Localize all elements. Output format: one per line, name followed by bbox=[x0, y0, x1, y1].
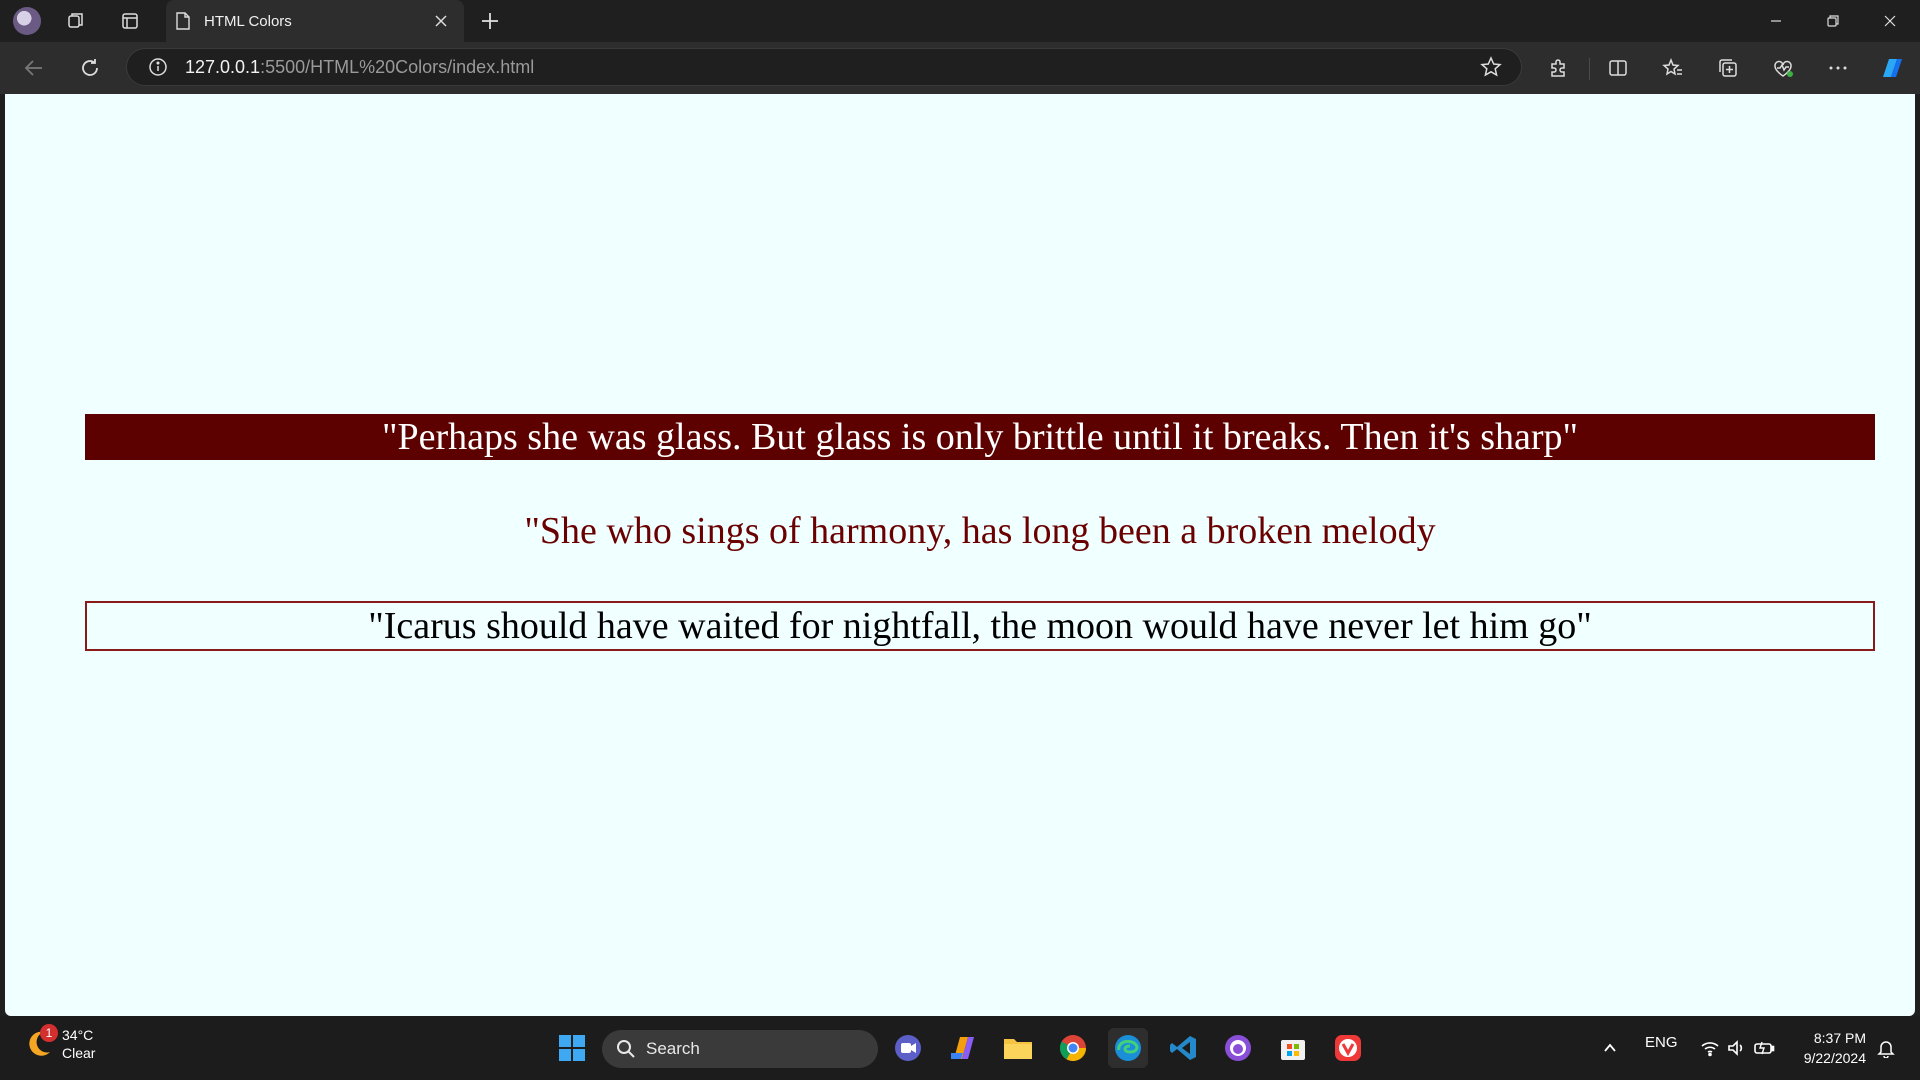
extensions-icon[interactable] bbox=[1540, 52, 1576, 84]
refresh-icon[interactable] bbox=[72, 52, 108, 84]
back-icon[interactable] bbox=[16, 52, 52, 84]
browser-essentials-icon[interactable] bbox=[1765, 52, 1801, 84]
restore-icon[interactable] bbox=[1805, 0, 1861, 42]
favorites-icon[interactable] bbox=[1655, 52, 1691, 84]
clock-time: 8:37 PM bbox=[1813, 1030, 1866, 1046]
search-icon bbox=[617, 1040, 635, 1058]
workspaces-icon[interactable] bbox=[60, 6, 92, 36]
site-info-icon[interactable] bbox=[147, 56, 169, 78]
meet-icon[interactable] bbox=[888, 1028, 928, 1068]
ms-store-icon[interactable] bbox=[1273, 1028, 1313, 1068]
notifications-icon[interactable] bbox=[1866, 1028, 1906, 1068]
weather-moon-icon: 1 bbox=[22, 1024, 58, 1060]
taskbar: 1 34°C Clear Search ENG 8:37 PM 9/22/202… bbox=[0, 1016, 1920, 1080]
address-bar[interactable]: 127.0.0.1:5500/HTML%20Colors/index.html bbox=[126, 48, 1522, 86]
page-icon bbox=[176, 12, 190, 30]
toolbar: 127.0.0.1:5500/HTML%20Colors/index.html bbox=[0, 42, 1920, 94]
start-icon[interactable] bbox=[552, 1028, 592, 1068]
language-indicator[interactable]: ENG bbox=[1645, 1034, 1678, 1051]
tab-bar: HTML Colors bbox=[0, 0, 1920, 42]
github-desktop-icon[interactable] bbox=[1218, 1028, 1258, 1068]
vscode-icon[interactable] bbox=[1163, 1028, 1203, 1068]
quote-harmony: "She who sings of harmony, has long been… bbox=[524, 510, 1436, 552]
more-options-icon[interactable] bbox=[1820, 52, 1856, 84]
clock-date: 9/22/2024 bbox=[1803, 1050, 1866, 1066]
tab-close-icon[interactable] bbox=[426, 6, 456, 36]
weather-widget[interactable]: 1 34°C Clear bbox=[22, 1024, 96, 1062]
search-label: Search bbox=[646, 1039, 700, 1058]
file-explorer-icon[interactable] bbox=[998, 1028, 1038, 1068]
taskbar-search[interactable]: Search bbox=[602, 1030, 878, 1068]
copilot-icon[interactable] bbox=[1874, 52, 1910, 84]
split-screen-icon[interactable] bbox=[1600, 52, 1636, 84]
weather-condition: Clear bbox=[62, 1045, 96, 1061]
vivaldi-icon[interactable] bbox=[1328, 1028, 1368, 1068]
favorite-star-icon[interactable] bbox=[1473, 49, 1509, 85]
weather-temp: 34°C bbox=[62, 1027, 94, 1043]
url-path: :5500/HTML%20Colors/index.html bbox=[260, 56, 535, 77]
page-viewport: "Perhaps she was glass. But glass is onl… bbox=[5, 94, 1915, 1016]
show-hidden-icons-chevron[interactable] bbox=[1590, 1028, 1630, 1068]
new-tab-icon[interactable] bbox=[474, 6, 506, 36]
edge-icon[interactable] bbox=[1108, 1028, 1148, 1068]
chrome-icon[interactable] bbox=[1053, 1028, 1093, 1068]
close-window-icon[interactable] bbox=[1862, 0, 1918, 42]
tab-actions-icon[interactable] bbox=[114, 6, 146, 36]
profile-avatar[interactable] bbox=[10, 5, 44, 37]
minimize-icon[interactable] bbox=[1748, 0, 1804, 42]
clock[interactable]: 8:37 PM 9/22/2024 bbox=[1790, 1028, 1866, 1068]
quote-icarus: "Icarus should have waited for nightfall… bbox=[85, 601, 1875, 651]
collections-icon[interactable] bbox=[1710, 52, 1746, 84]
weather-badge: 1 bbox=[40, 1024, 58, 1042]
battery-icon[interactable] bbox=[1744, 1028, 1784, 1068]
quote-glass: "Perhaps she was glass. But glass is onl… bbox=[85, 414, 1875, 460]
tab-title: HTML Colors bbox=[204, 12, 292, 30]
tab-html-colors[interactable]: HTML Colors bbox=[166, 0, 464, 42]
copilot-taskbar-icon[interactable] bbox=[943, 1028, 983, 1068]
url-host: 127.0.0.1 bbox=[185, 56, 261, 77]
url-text: 127.0.0.1:5500/HTML%20Colors/index.html bbox=[185, 57, 1473, 78]
